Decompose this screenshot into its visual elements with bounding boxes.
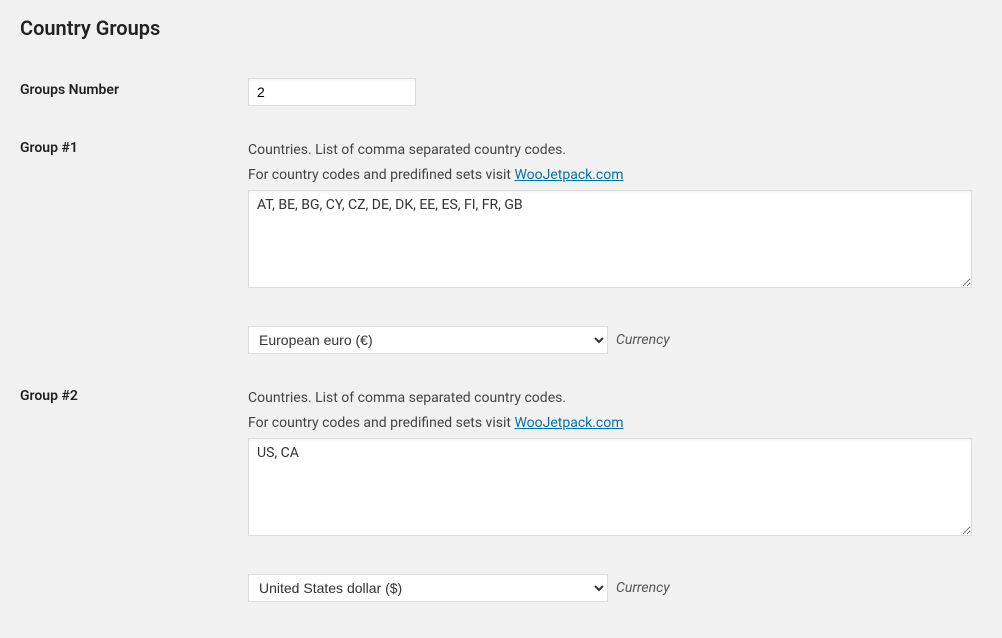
section-heading: Country Groups: [20, 10, 982, 46]
group-1-help-prefix: For country codes and predifined sets vi…: [248, 167, 514, 183]
group-2-help-link[interactable]: WooJetpack.com: [514, 415, 623, 431]
groups-number-label: Groups Number: [20, 66, 248, 122]
group-2-help-line1: Countries. List of comma separated count…: [248, 388, 972, 409]
group-1-label: Group #1: [20, 122, 248, 308]
group-1-help-link[interactable]: WooJetpack.com: [514, 167, 623, 183]
group-1-countries-textarea[interactable]: [248, 190, 972, 288]
group-1-help-line1: Countries. List of comma separated count…: [248, 140, 972, 161]
group-2-help-prefix: For country codes and predifined sets vi…: [248, 415, 514, 431]
group-2-currency-select[interactable]: United States dollar ($): [248, 574, 608, 602]
group-2-label: Group #2: [20, 370, 248, 556]
groups-number-input[interactable]: [248, 78, 416, 106]
group-2-currency-label: Currency: [616, 580, 670, 596]
group-2-countries-textarea[interactable]: [248, 438, 972, 536]
group-2-help-line2: For country codes and predifined sets vi…: [248, 413, 972, 434]
group-1-currency-select[interactable]: European euro (€): [248, 326, 608, 354]
settings-form: Groups Number Group #1 Countries. List o…: [20, 66, 982, 618]
group-1-help-line2: For country codes and predifined sets vi…: [248, 165, 972, 186]
group-1-currency-label: Currency: [616, 332, 670, 348]
